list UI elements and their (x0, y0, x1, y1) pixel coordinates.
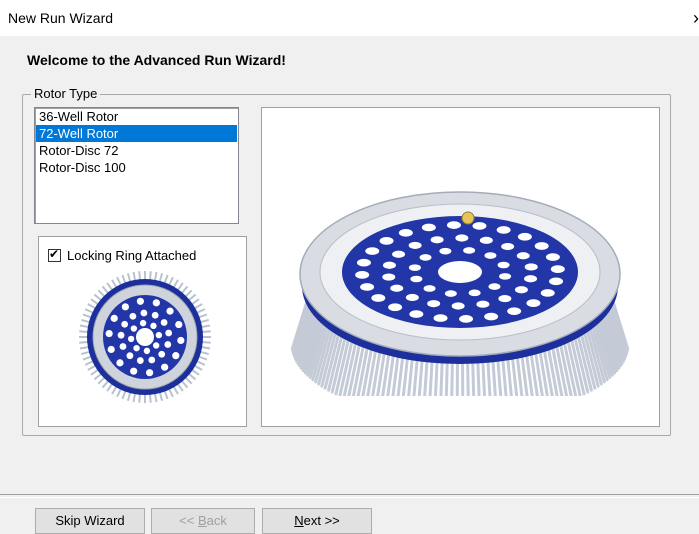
next-rest: ext >> (304, 513, 340, 528)
wizard-content: Welcome to the Advanced Run Wizard! Roto… (0, 36, 699, 477)
rotor-option-disc-100[interactable]: Rotor-Disc 100 (36, 159, 237, 176)
back-button[interactable]: << Back (151, 508, 255, 534)
locking-ring-checkbox[interactable]: ✔ (48, 249, 61, 262)
rotor-type-list[interactable]: 36-Well Rotor 72-Well Rotor Rotor-Disc 7… (34, 107, 239, 224)
window-title: New Run Wizard (8, 10, 113, 26)
next-accel: N (294, 513, 303, 528)
rotor-image (278, 136, 643, 396)
locking-ring-image (77, 267, 213, 407)
footer-separator (0, 494, 699, 498)
locking-ring-panel: ✔ Locking Ring Attached (38, 236, 247, 427)
back-prefix: << (179, 513, 198, 528)
rotor-option-disc-72[interactable]: Rotor-Disc 72 (36, 142, 237, 159)
rotor-type-legend: Rotor Type (31, 86, 100, 101)
welcome-heading: Welcome to the Advanced Run Wizard! (27, 52, 286, 68)
skip-wizard-button[interactable]: Skip Wizard (35, 508, 145, 534)
close-icon[interactable]: › (669, 4, 699, 32)
rotor-option-72-well[interactable]: 72-Well Rotor (36, 125, 237, 142)
rotor-option-36-well[interactable]: 36-Well Rotor (36, 108, 237, 125)
rotor-image-panel (261, 107, 660, 427)
back-accel: B (198, 513, 207, 528)
locking-ring-label: Locking Ring Attached (67, 248, 196, 263)
rotor-type-group: Rotor Type 36-Well Rotor 72-Well Rotor R… (22, 94, 671, 436)
locking-ring-checkbox-row[interactable]: ✔ Locking Ring Attached (48, 247, 196, 263)
checkmark-icon: ✔ (49, 247, 59, 261)
title-bar: New Run Wizard › (0, 0, 699, 36)
back-rest: ack (207, 513, 227, 528)
next-button[interactable]: Next >> (262, 508, 372, 534)
